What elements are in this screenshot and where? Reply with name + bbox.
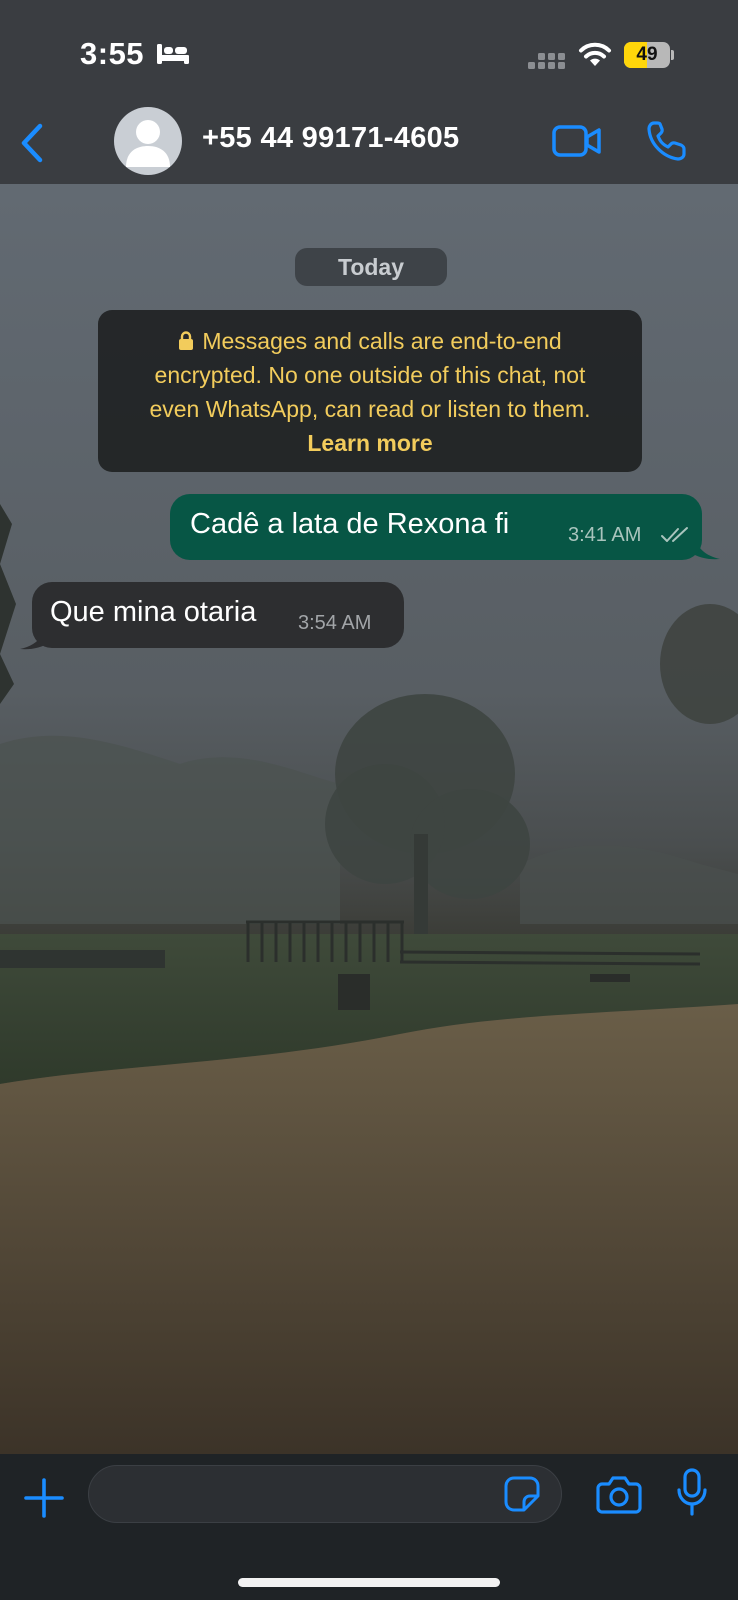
sticker-button[interactable] [504, 1476, 540, 1512]
person-icon [126, 120, 170, 167]
plus-icon [24, 1478, 64, 1518]
phone-icon [647, 121, 686, 161]
message-input[interactable] [88, 1465, 562, 1523]
notice-line-2: encrypted. No one outside of this chat, … [154, 362, 586, 388]
message-composer [0, 1454, 738, 1600]
battery-level: 49 [636, 44, 658, 65]
voice-call-button[interactable] [646, 120, 686, 162]
sticker-icon [504, 1476, 540, 1512]
message-time: 3:41 AM [568, 524, 642, 546]
video-camera-icon [552, 125, 601, 157]
microphone-button[interactable] [676, 1468, 708, 1516]
double-check-icon [661, 527, 688, 542]
chat-area[interactable]: Today Messages and calls are end-to-end … [0, 184, 738, 1454]
lock-icon [179, 331, 194, 350]
attach-button[interactable] [22, 1476, 66, 1520]
status-bar-time: 3:55 [80, 36, 145, 71]
contact-name[interactable]: +55 44 99171-4605 [202, 122, 459, 155]
message-text: Que mina otaria [50, 596, 257, 628]
home-indicator[interactable] [238, 1578, 500, 1587]
camera-icon [596, 1476, 642, 1514]
back-button[interactable] [14, 118, 48, 168]
date-divider: Today [295, 248, 447, 286]
chevron-left-icon [21, 123, 43, 163]
video-call-button[interactable] [552, 124, 602, 158]
wifi-icon [579, 42, 611, 66]
chat-header: 3:55 49 +55 44 99171-4605 [0, 0, 738, 184]
battery-indicator: 49 [624, 42, 674, 68]
learn-more-link[interactable]: Learn more [114, 426, 626, 460]
message-text: Cadê a lata de Rexona fi [190, 508, 510, 540]
notice-line-1: Messages and calls are end-to-end [202, 328, 562, 354]
avatar[interactable] [114, 107, 182, 175]
notice-line-3: even WhatsApp, can read or listen to the… [149, 396, 591, 422]
encryption-notice[interactable]: Messages and calls are end-to-end encryp… [98, 310, 642, 472]
signal-icon [528, 53, 565, 69]
camera-button[interactable] [596, 1474, 642, 1514]
message-time: 3:54 AM [298, 612, 372, 634]
outgoing-message[interactable]: Cadê a lata de Rexona fi 3:41 AM [170, 494, 702, 560]
incoming-message[interactable]: Que mina otaria 3:54 AM [32, 582, 404, 648]
microphone-icon [677, 1468, 707, 1516]
bed-icon [157, 44, 189, 64]
